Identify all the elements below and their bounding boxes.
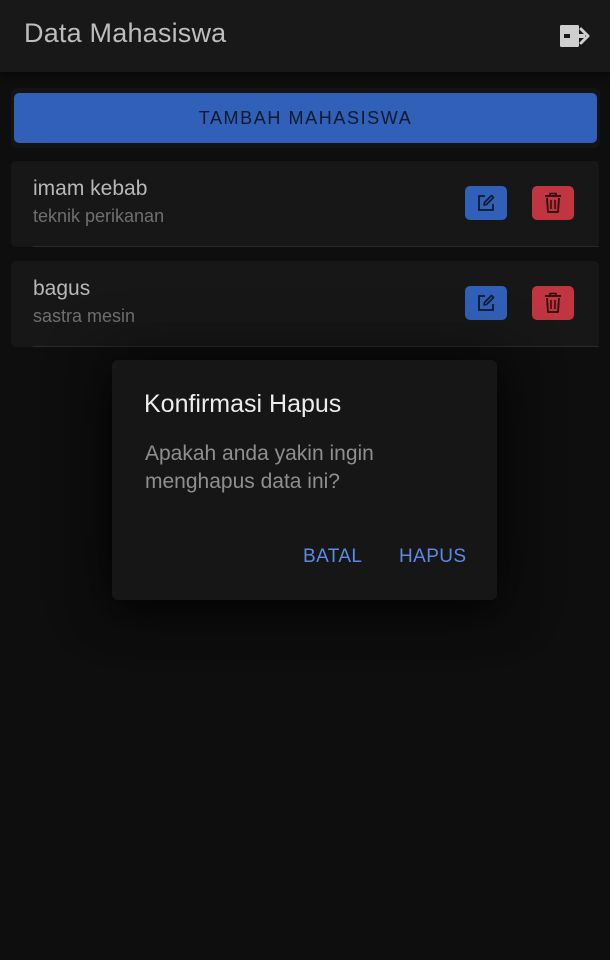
confirm-delete-button[interactable]: HAPUS: [399, 546, 466, 568]
student-name: bagus: [33, 277, 91, 300]
student-major: sastra mesin: [33, 306, 136, 326]
logout-icon: [560, 25, 590, 47]
edit-button[interactable]: [465, 286, 507, 320]
add-button-container: TAMBAH MAHASISWA: [11, 88, 600, 148]
list-item[interactable]: bagus sastra mesin: [11, 261, 599, 347]
add-student-button[interactable]: TAMBAH MAHASISWA: [14, 93, 597, 143]
edit-icon: [478, 294, 495, 311]
delete-button[interactable]: [532, 186, 574, 220]
trash-icon: [545, 192, 561, 213]
edit-button[interactable]: [465, 186, 507, 220]
trash-icon: [545, 292, 561, 313]
dialog-message: Apakah anda yakin ingin menghapus data i…: [145, 442, 374, 493]
student-name: imam kebab: [33, 177, 148, 200]
list-item[interactable]: imam kebab teknik perikanan: [11, 161, 599, 247]
dialog-title: Konfirmasi Hapus: [144, 390, 342, 418]
delete-button[interactable]: [532, 286, 574, 320]
app-bar: Data Mahasiswa: [0, 0, 610, 72]
edit-icon: [478, 194, 495, 211]
logout-button[interactable]: [556, 20, 592, 52]
student-major: teknik perikanan: [33, 206, 165, 226]
app-screen: Data Mahasiswa TAMBAH MAHASISWA imam keb…: [0, 0, 610, 960]
delete-confirm-dialog: Konfirmasi Hapus Apakah anda yakin ingin…: [112, 360, 497, 600]
cancel-button[interactable]: BATAL: [303, 546, 362, 568]
page-title: Data Mahasiswa: [24, 18, 227, 48]
